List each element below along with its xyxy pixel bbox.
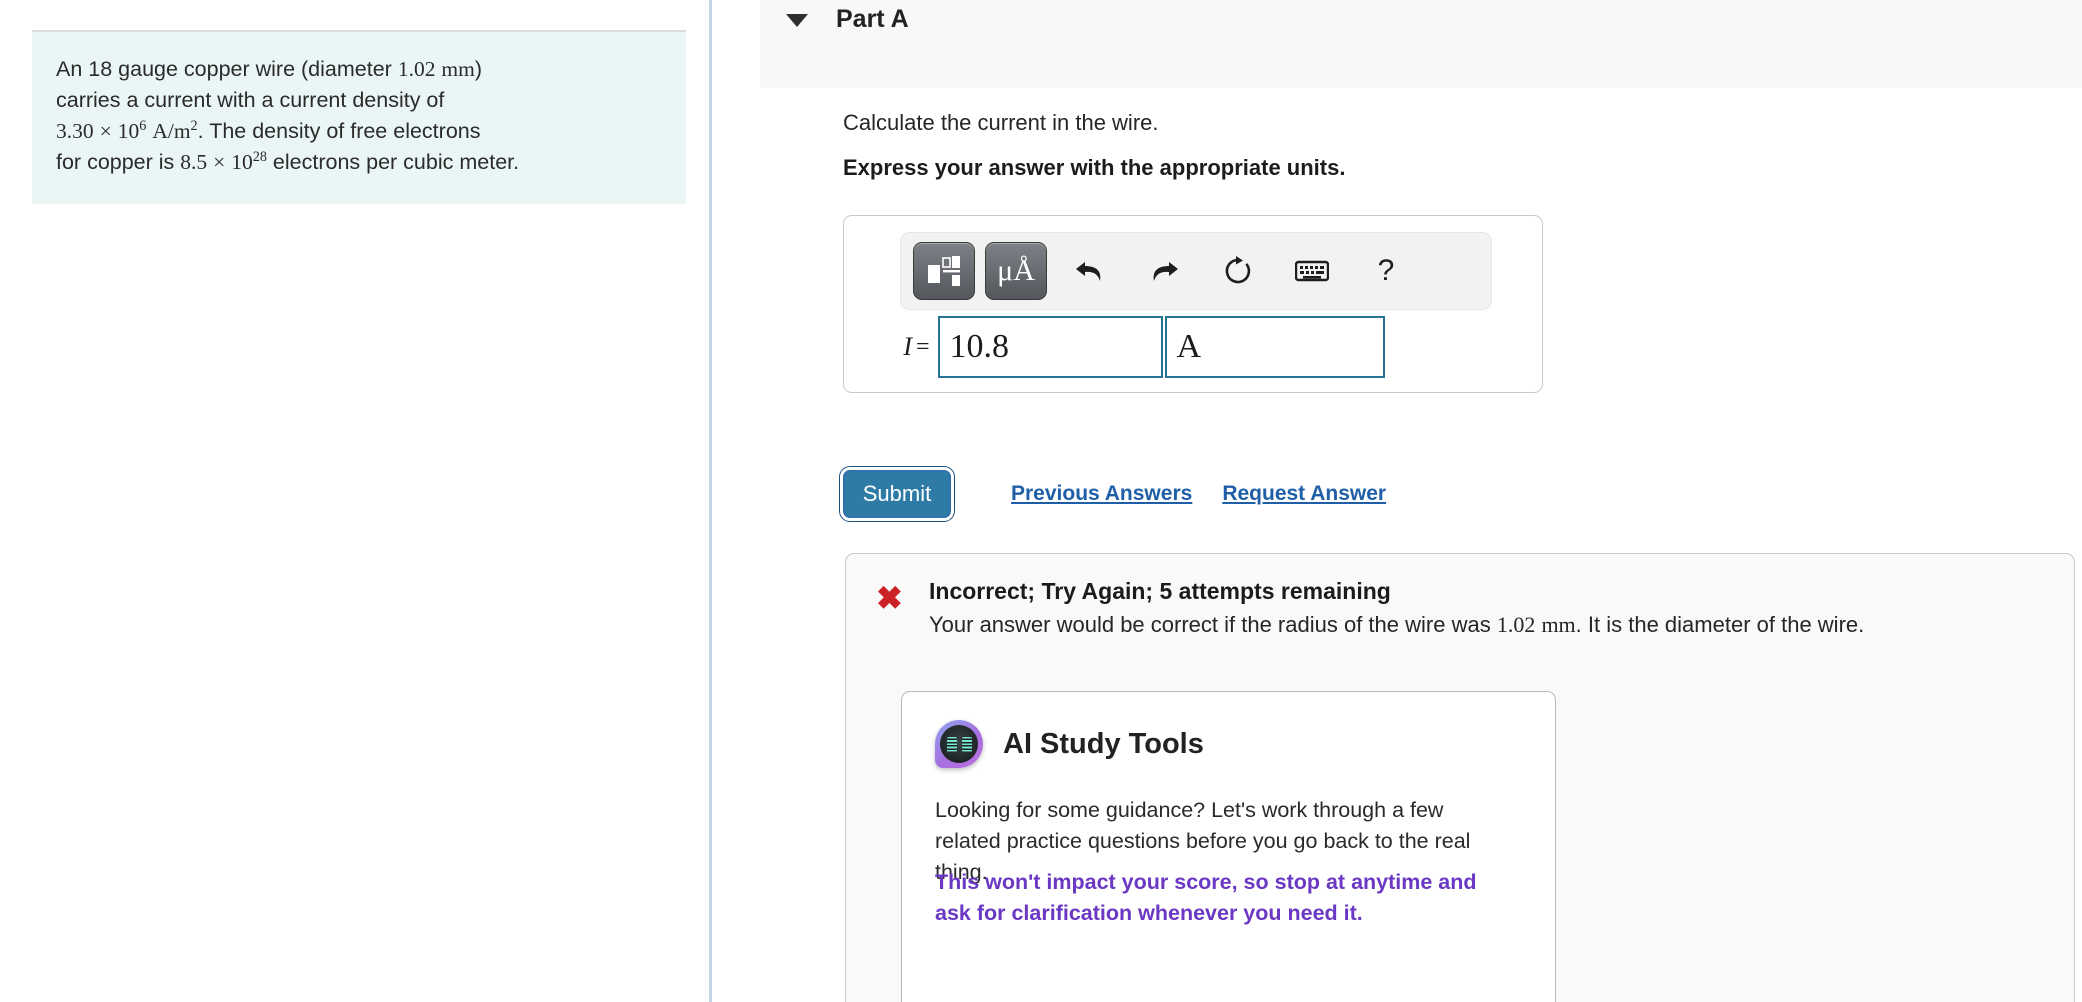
answer-unit-input[interactable]: A: [1164, 316, 1385, 378]
problem-line-3-tail: . The density of free electrons: [197, 119, 481, 143]
feedback-status-title: Incorrect; Try Again; 5 attempts remaini…: [929, 578, 1391, 604]
problem-density-mantissa: 3.30: [56, 119, 94, 143]
problem-n-base: 10: [231, 150, 253, 174]
problem-diameter-value: 1.02: [397, 57, 436, 81]
problem-density-exponent: 6: [139, 117, 147, 134]
problem-n-exponent: 28: [252, 148, 267, 165]
redo-icon[interactable]: [1133, 242, 1195, 300]
question-prompt: Calculate the current in the wire.: [843, 110, 1159, 135]
problem-n-times: ×: [213, 150, 226, 174]
problem-density-base: 10: [117, 119, 140, 143]
problem-statement-box: An 18 gauge copper wire (diameter 1.02 m…: [32, 30, 686, 204]
feedback-body-pre: Your answer would be correct if the radi…: [929, 612, 1497, 637]
ai-study-tools-note: This won't impact your score, so stop at…: [935, 870, 1477, 925]
ai-robot-eye-left: [946, 736, 957, 752]
problem-line-4: for copper is: [56, 150, 181, 174]
ai-robot-eye-right: [961, 736, 972, 752]
problem-density-times: ×: [99, 119, 112, 143]
assignment-page: An 18 gauge copper wire (diameter 1.02 m…: [0, 0, 2082, 1002]
template-grid-icon[interactable]: [913, 242, 975, 300]
keyboard-icon[interactable]: [1281, 242, 1343, 300]
ai-study-tools-card[interactable]: AI Study Tools Looking for some guidance…: [901, 691, 1556, 1002]
problem-density-unit: A/m: [152, 119, 191, 143]
math-toolbar: μÅ ?: [900, 232, 1492, 310]
previous-answers-link[interactable]: Previous Answers: [1011, 482, 1192, 506]
problem-pane: An 18 gauge copper wire (diameter 1.02 m…: [0, 0, 710, 1002]
problem-statement-text: An 18 gauge copper wire (diameter 1.02 m…: [56, 57, 520, 174]
ai-robot-chat-icon: [935, 720, 983, 768]
problem-line-1: An 18 gauge copper wire (diameter: [56, 57, 398, 81]
answer-equals-sign: =: [916, 333, 930, 360]
template-grid-glyph: [928, 256, 960, 286]
problem-line-2: carries a current with a current density…: [56, 88, 445, 112]
feedback-panel: ✖ Incorrect; Try Again; 5 attempts remai…: [845, 553, 2075, 1002]
answer-variable-label: I: [903, 332, 912, 361]
request-answer-link[interactable]: Request Answer: [1222, 482, 1386, 506]
reset-icon[interactable]: [1207, 242, 1269, 300]
feedback-status-body: Your answer would be correct if the radi…: [929, 612, 1864, 638]
problem-n-mantissa: 8.5: [180, 150, 208, 174]
answer-input-row: I = 10.8 A: [844, 312, 1544, 382]
question-instruction: Express your answer with the appropriate…: [843, 155, 1346, 180]
undo-icon[interactable]: [1059, 242, 1121, 300]
problem-density-unit-exponent: 2: [190, 117, 198, 134]
answer-entry-container: μÅ ? I = 10.8 A: [843, 215, 1543, 393]
problem-diameter-unit: mm: [441, 57, 475, 81]
help-icon[interactable]: ?: [1355, 242, 1417, 300]
answer-value-input[interactable]: 10.8: [937, 316, 1163, 378]
x-mark-icon: ✖: [876, 580, 903, 616]
feedback-body-post: . It is the diameter of the wire.: [1575, 612, 1865, 637]
ai-study-tools-header: AI Study Tools: [935, 720, 1204, 768]
problem-line-4-tail: electrons per cubic meter.: [266, 150, 520, 174]
part-a-header[interactable]: Part A: [760, 0, 2082, 88]
part-pane: Part A Calculate the current in the wire…: [712, 0, 2082, 1002]
page-title: Part A: [836, 5, 909, 33]
feedback-body-unit: mm: [1541, 612, 1576, 637]
ai-study-tools-title: AI Study Tools: [1003, 727, 1204, 760]
ai-robot-face: [940, 725, 978, 763]
answer-actions-row: Submit Previous Answers Request Answer: [840, 467, 1386, 521]
submit-button[interactable]: Submit: [840, 467, 954, 521]
chevron-down-icon[interactable]: [786, 14, 808, 27]
mu-angstrom-units-icon[interactable]: μÅ: [985, 242, 1047, 300]
feedback-body-value: 1.02: [1496, 612, 1536, 637]
